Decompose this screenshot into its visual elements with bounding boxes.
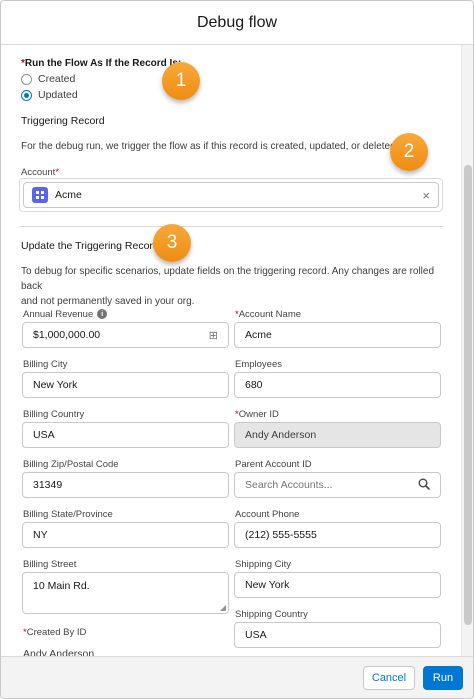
radio-button[interactable] [21, 73, 32, 85]
run-as-label: *Run the Flow As If the Record Is: [21, 58, 181, 69]
shipping-city-input[interactable]: New York [234, 572, 441, 598]
radio-button[interactable] [21, 89, 32, 101]
modal-header: Debug flow [1, 1, 473, 45]
field-label-text: Account Name [238, 309, 302, 320]
shipping-country-input[interactable]: USA [234, 622, 441, 648]
account-phone-input[interactable]: (212) 555-5555 [234, 522, 441, 548]
input-value: 10 Main Rd. [33, 580, 90, 592]
account-phone-label: Account Phone [235, 509, 300, 520]
employees-label: Employees [235, 359, 282, 370]
billing-city-input[interactable]: New York [22, 372, 229, 398]
clear-selection-icon[interactable]: × [422, 188, 430, 203]
callout-badge-1: 1 [162, 62, 200, 100]
modal-footer: Cancel Run [1, 656, 473, 698]
annual-revenue-label: Annual Revenue i [23, 309, 108, 320]
account-icon [32, 187, 48, 203]
section-divider [19, 226, 443, 227]
scrollbar[interactable] [461, 45, 473, 658]
owner-id-input: Andy Anderson [234, 422, 441, 448]
modal-title: Debug flow [196, 13, 278, 31]
modal-body: *Run the Flow As If the Record Is: Creat… [1, 45, 461, 658]
run-as-label-text: Run the Flow As If the Record Is: [24, 58, 182, 69]
shipping-country-label: Shipping Country [235, 609, 308, 620]
input-value: New York [33, 379, 78, 391]
input-value: 680 [245, 379, 263, 391]
account-label-text: Account [21, 167, 56, 178]
search-icon[interactable] [418, 478, 430, 493]
callout-badge-2: 2 [390, 133, 428, 171]
cancel-button[interactable]: Cancel [363, 665, 415, 690]
description-line: To debug for specific scenarios, update … [21, 266, 435, 292]
update-record-title: Update the Triggering Record [21, 240, 159, 252]
input-value: New York [245, 579, 290, 591]
calculator-icon: ⊞ [208, 329, 218, 342]
account-label: Account* [21, 167, 59, 178]
radio-created[interactable]: Created [21, 73, 75, 85]
update-record-description: To debug for specific scenarios, update … [21, 264, 451, 309]
account-lookup[interactable]: Acme × [23, 182, 439, 208]
billing-state-label: Billing State/Province [23, 509, 113, 520]
billing-state-input[interactable]: NY [22, 522, 229, 548]
input-value: 31349 [33, 479, 63, 491]
billing-country-label: Billing Country [23, 409, 85, 420]
required-mark: * [55, 167, 60, 178]
account-name-label: *Account Name [235, 309, 301, 320]
callout-badge-3: 3 [153, 224, 191, 262]
billing-country-input[interactable]: USA [22, 422, 229, 448]
input-value: (212) 555-5555 [245, 529, 317, 541]
input-value: Acme [245, 329, 272, 341]
account-name-input[interactable]: Acme [234, 322, 441, 348]
field-label-text: Created By ID [26, 627, 87, 638]
triggering-record-title: Triggering Record [21, 115, 105, 127]
parent-account-search[interactable]: Search Accounts... [234, 472, 441, 498]
debug-flow-modal: Debug flow *Run the Flow As If the Recor… [0, 0, 474, 699]
shipping-city-label: Shipping City [235, 559, 291, 570]
field-label-text: Owner ID [238, 409, 279, 420]
annual-revenue-input[interactable]: $1,000,000.00 ⊞ [22, 322, 229, 348]
description-line: and not permanently saved in your org. [21, 296, 195, 307]
radio-updated[interactable]: Updated [21, 89, 78, 101]
triggering-record-description: For the debug run, we trigger the flow a… [21, 141, 399, 152]
account-lookup-container: Acme × [19, 178, 443, 212]
field-label-text: Annual Revenue [23, 309, 94, 320]
billing-zip-label: Billing Zip/Postal Code [23, 459, 119, 470]
billing-city-label: Billing City [23, 359, 68, 370]
input-value: USA [245, 629, 267, 641]
parent-account-label: Parent Account ID [235, 459, 312, 470]
radio-label: Updated [38, 89, 78, 101]
account-value: Acme [55, 189, 82, 201]
employees-input[interactable]: 680 [234, 372, 441, 398]
scrollbar-thumb[interactable] [464, 165, 472, 625]
search-placeholder: Search Accounts... [245, 479, 333, 491]
radio-label: Created [38, 73, 76, 85]
created-by-label: *Created By ID [23, 627, 86, 638]
input-value: NY [33, 529, 48, 541]
owner-id-label: *Owner ID [235, 409, 279, 420]
info-icon[interactable]: i [97, 309, 108, 320]
input-value: $1,000,000.00 [33, 329, 101, 341]
billing-street-label: Billing Street [23, 559, 77, 570]
input-value: Andy Anderson [245, 429, 317, 441]
billing-street-textarea[interactable]: 10 Main Rd. ◢ [22, 572, 229, 614]
input-value: USA [33, 429, 55, 441]
run-button[interactable]: Run [423, 665, 463, 690]
billing-zip-input[interactable]: 31349 [22, 472, 229, 498]
resize-handle-icon[interactable]: ◢ [220, 603, 226, 612]
